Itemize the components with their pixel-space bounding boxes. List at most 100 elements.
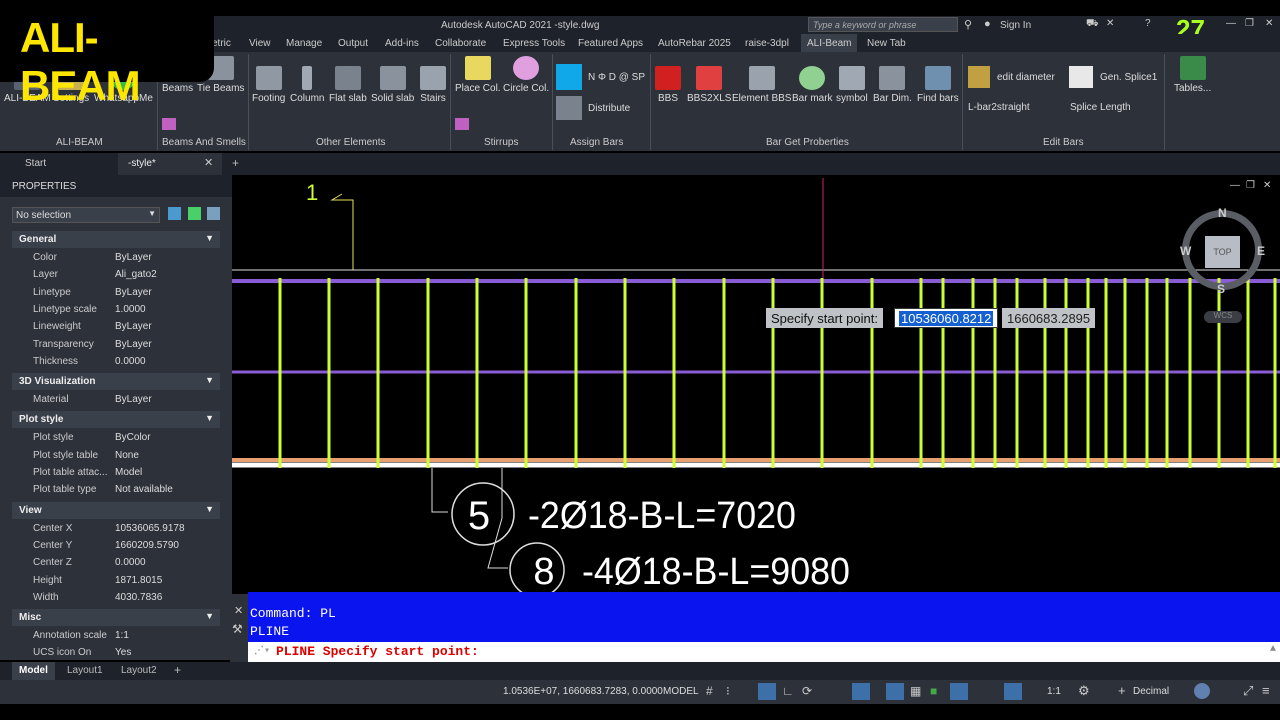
command-prompt[interactable]: PLINE Specify start point: bbox=[276, 644, 479, 659]
tab-layout2[interactable]: Layout2 bbox=[121, 665, 157, 676]
exchange-icon[interactable]: ✕ bbox=[1106, 18, 1114, 29]
isodraft-icon[interactable]: ⟳ bbox=[802, 684, 812, 698]
flat-slab-button[interactable]: Flat slab bbox=[329, 66, 367, 104]
sign-in-link[interactable]: Sign In bbox=[1000, 20, 1031, 31]
property-row[interactable]: Plot table type Not available bbox=[0, 481, 222, 498]
fullscreen-icon[interactable]: ⤢ bbox=[1243, 683, 1253, 699]
tab-output[interactable]: Output bbox=[338, 38, 368, 49]
find-bars-button[interactable]: Find bars bbox=[917, 66, 959, 104]
section-view[interactable]: View ▼ bbox=[12, 501, 220, 519]
tab-ali-beam[interactable]: ALI-Beam bbox=[801, 34, 858, 52]
gear-icon[interactable]: ⚙ bbox=[1078, 683, 1090, 699]
property-value[interactable]: None bbox=[115, 450, 139, 461]
property-row[interactable]: UCS icon On Yes bbox=[0, 644, 222, 661]
search-icon[interactable]: ⚲ bbox=[964, 18, 972, 31]
tab-model[interactable]: Model bbox=[12, 662, 55, 680]
property-row[interactable]: Center Z 0.0000 bbox=[0, 554, 222, 571]
section-general[interactable]: General ▼ bbox=[12, 231, 220, 248]
property-row[interactable]: Plot table attac... Model bbox=[0, 464, 222, 481]
annotation-scale[interactable]: 1:1 bbox=[1047, 686, 1061, 697]
property-row[interactable]: Thickness 0.0000 bbox=[0, 353, 222, 370]
property-row[interactable]: Plot style table None bbox=[0, 447, 222, 464]
search-box[interactable]: Type a keyword or phrase bbox=[808, 17, 958, 32]
property-value[interactable]: 1:1 bbox=[115, 630, 129, 641]
grid-icon[interactable]: # bbox=[706, 684, 713, 698]
property-value[interactable]: ByLayer bbox=[115, 321, 152, 332]
command-dropdown-icon[interactable]: ⋰▾ bbox=[254, 645, 270, 657]
canvas-restore-icon[interactable]: ❐ bbox=[1246, 180, 1255, 191]
panel-assign-bars[interactable]: Assign Bars bbox=[570, 137, 623, 148]
footing-button[interactable]: Footing bbox=[252, 66, 285, 104]
compass-e[interactable]: E bbox=[1257, 244, 1265, 258]
minimize-icon[interactable]: — bbox=[1226, 18, 1236, 29]
property-value[interactable]: 0.0000 bbox=[115, 557, 146, 568]
3d-osnap-icon[interactable] bbox=[950, 683, 968, 700]
property-value[interactable]: ByColor bbox=[115, 432, 151, 443]
beams-style-icon[interactable] bbox=[162, 118, 176, 130]
compass-w[interactable]: W bbox=[1180, 244, 1191, 258]
gen-splice-icon[interactable] bbox=[1069, 66, 1093, 88]
splice-length-button[interactable]: Splice Length bbox=[1070, 102, 1131, 113]
element-bbs-button[interactable]: Element BBS bbox=[732, 66, 791, 104]
property-row[interactable]: Width 4030.7836 bbox=[0, 589, 222, 606]
bar-dim-button[interactable]: Bar Dim. bbox=[873, 66, 912, 104]
gen-splice-button[interactable]: Gen. Splice1 bbox=[1100, 72, 1157, 83]
bbs2xls-button[interactable]: BBS2XLS bbox=[687, 66, 731, 104]
property-row[interactable]: Color ByLayer bbox=[0, 249, 222, 266]
property-row[interactable]: Lineweight ByLayer bbox=[0, 318, 222, 335]
property-value[interactable]: Yes bbox=[115, 647, 131, 658]
units-dropdown[interactable]: Decimal bbox=[1133, 686, 1169, 697]
wrench-icon[interactable]: ⚒ bbox=[232, 622, 243, 636]
distribute-icon[interactable] bbox=[556, 96, 582, 120]
x-coordinate-input[interactable]: 10536060.8212 bbox=[894, 308, 999, 328]
lineweight-icon[interactable] bbox=[886, 683, 904, 700]
solid-slab-button[interactable]: Solid slab bbox=[371, 66, 414, 104]
property-value[interactable]: ByLayer bbox=[115, 252, 152, 263]
place-col-button[interactable]: Place Col. bbox=[455, 56, 501, 94]
bbs-button[interactable]: BBS bbox=[655, 66, 681, 104]
new-tab-icon[interactable]: + bbox=[232, 156, 239, 170]
selection-cycling-icon[interactable]: ■ bbox=[930, 684, 937, 698]
property-value[interactable]: 10536065.9178 bbox=[115, 523, 185, 534]
tab-start[interactable]: Start bbox=[25, 158, 46, 169]
tab-style-dwg[interactable]: -style* ✕ bbox=[118, 153, 222, 175]
stairs-button[interactable]: Stairs bbox=[420, 66, 446, 104]
property-value[interactable]: ByLayer bbox=[115, 287, 152, 298]
l-bar2straight-button[interactable]: L-bar2straight bbox=[968, 102, 1030, 113]
close-command-icon[interactable]: ✕ bbox=[234, 604, 243, 617]
drawing-canvas[interactable]: 1 5 -2Ø18-B-L=7020 8 -4Ø18-B-L=9080 Spec… bbox=[232, 178, 1280, 592]
add-layout-icon[interactable]: + bbox=[174, 663, 181, 677]
ortho-icon[interactable] bbox=[758, 683, 776, 700]
tab-new-tab[interactable]: New Tab bbox=[867, 38, 906, 49]
property-value[interactable]: 1.0000 bbox=[115, 304, 146, 315]
compass-s[interactable]: S bbox=[1217, 282, 1225, 296]
column-button[interactable]: Column bbox=[290, 66, 324, 104]
property-value[interactable]: 1871.8015 bbox=[115, 575, 162, 586]
tab-raise-3dpl[interactable]: raise-3dpl bbox=[745, 38, 789, 49]
property-value[interactable]: 1660209.5790 bbox=[115, 540, 179, 551]
command-expand-icon[interactable]: ▲ bbox=[1270, 644, 1276, 655]
bar-mark-button[interactable]: Bar mark bbox=[792, 66, 833, 104]
property-row[interactable]: Center X 10536065.9178 bbox=[0, 520, 222, 537]
stirrup-style-icon[interactable] bbox=[455, 118, 469, 130]
tables-button[interactable]: Tables... bbox=[1174, 56, 1211, 94]
tab-parametric[interactable]: etric bbox=[212, 38, 231, 49]
osnap-icon[interactable] bbox=[852, 683, 870, 700]
toggle-pickadd-icon[interactable] bbox=[168, 207, 181, 220]
property-row[interactable]: Linetype scale 1.0000 bbox=[0, 301, 222, 318]
distribute-button[interactable]: Distribute bbox=[588, 103, 630, 114]
y-coordinate-input[interactable]: 1660683.2895 bbox=[1002, 308, 1096, 328]
edit-diameter-button[interactable]: edit diameter bbox=[997, 72, 1055, 83]
canvas-close-icon[interactable]: ✕ bbox=[1263, 180, 1271, 191]
selection-dropdown[interactable]: No selection ▼ bbox=[12, 207, 160, 223]
command-line[interactable]: ⋰▾ PLINE Specify start point: ▲ bbox=[248, 642, 1280, 662]
customize-icon[interactable]: ≡ bbox=[1262, 683, 1270, 698]
tab-collaborate[interactable]: Collaborate bbox=[435, 38, 486, 49]
property-value[interactable]: 4030.7836 bbox=[115, 592, 162, 603]
user-icon[interactable]: ● bbox=[984, 18, 991, 30]
section-viz[interactable]: 3D Visualization ▼ bbox=[12, 373, 220, 391]
close-tab-icon[interactable]: ✕ bbox=[204, 156, 213, 169]
property-row[interactable]: Height 1871.8015 bbox=[0, 572, 222, 589]
property-value[interactable]: 0.0000 bbox=[115, 356, 146, 367]
bar-color-icon[interactable] bbox=[556, 64, 582, 90]
